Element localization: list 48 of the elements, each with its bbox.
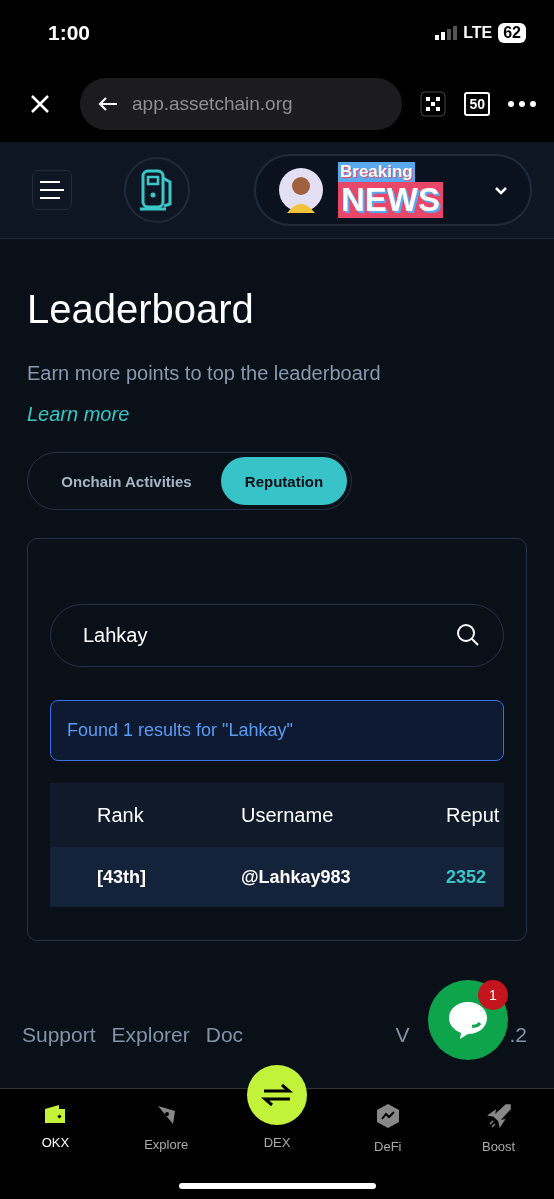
signal-icon [435, 26, 458, 40]
search-field[interactable]: Lahkay [50, 604, 504, 667]
table-cell-text: @Lahkay983 [241, 866, 352, 888]
chat-button[interactable]: 1 [428, 980, 508, 1060]
sticker-text: Breaking [338, 162, 415, 182]
hexagon-icon [375, 1103, 400, 1129]
result-message: Found 1 results for "Lahkay" [50, 700, 504, 761]
menu-icon [40, 180, 64, 200]
version-text: V [395, 1023, 410, 1047]
network-label: LTE [463, 24, 493, 42]
checker-icon[interactable] [420, 91, 447, 117]
subtitle: Earn more points to top the leaderboard [27, 362, 382, 385]
chevron-down-icon [494, 185, 508, 195]
url-text: app.assetchain.org [132, 93, 293, 115]
url-bar[interactable]: app.assetchain.org [80, 78, 403, 130]
tab[interactable]: Onchain Activities [32, 457, 221, 505]
avatar [278, 167, 324, 213]
learn-more-link[interactable]: Learn more [27, 403, 130, 426]
tab-count[interactable]: 50 [464, 92, 490, 116]
nav-item[interactable]: Explore [110, 1103, 222, 1163]
clock-time: 1:00 [48, 21, 91, 45]
chat-bubble-icon [448, 1000, 488, 1040]
table-cell-text: [43th] [97, 866, 147, 888]
rocket-icon [485, 1103, 512, 1129]
tab[interactable]: Reputation [221, 457, 347, 505]
version-text: .2 [509, 1023, 527, 1047]
more-icon[interactable] [508, 101, 536, 107]
search-icon[interactable] [456, 623, 480, 647]
page-title: Leaderboard [27, 287, 255, 332]
menu-button[interactable] [32, 170, 72, 210]
nav-item[interactable]: DEX [221, 1065, 333, 1163]
close-icon[interactable] [30, 94, 50, 114]
back-arrow-icon[interactable] [98, 96, 118, 112]
column-header: Username [241, 803, 335, 827]
nav-item[interactable]: DeFi [332, 1103, 444, 1163]
wallet-icon [43, 1103, 68, 1125]
column-header: Rank [97, 803, 145, 827]
column-header: Reput [446, 803, 501, 827]
footer-link[interactable]: Doc [205, 1023, 244, 1047]
battery-level: 62 [498, 23, 526, 43]
table-cell-text: 2352 [446, 866, 488, 888]
footer-link[interactable]: Support [22, 1023, 96, 1047]
footer-link[interactable]: Explorer [111, 1023, 190, 1047]
nav-item[interactable]: Boost [443, 1103, 554, 1163]
notification-badge: 1 [478, 980, 508, 1010]
profile-button[interactable]: Breaking NEWS [254, 154, 532, 226]
sticker-headline: NEWS [338, 182, 443, 218]
nav-item[interactable]: OKX [0, 1103, 111, 1163]
